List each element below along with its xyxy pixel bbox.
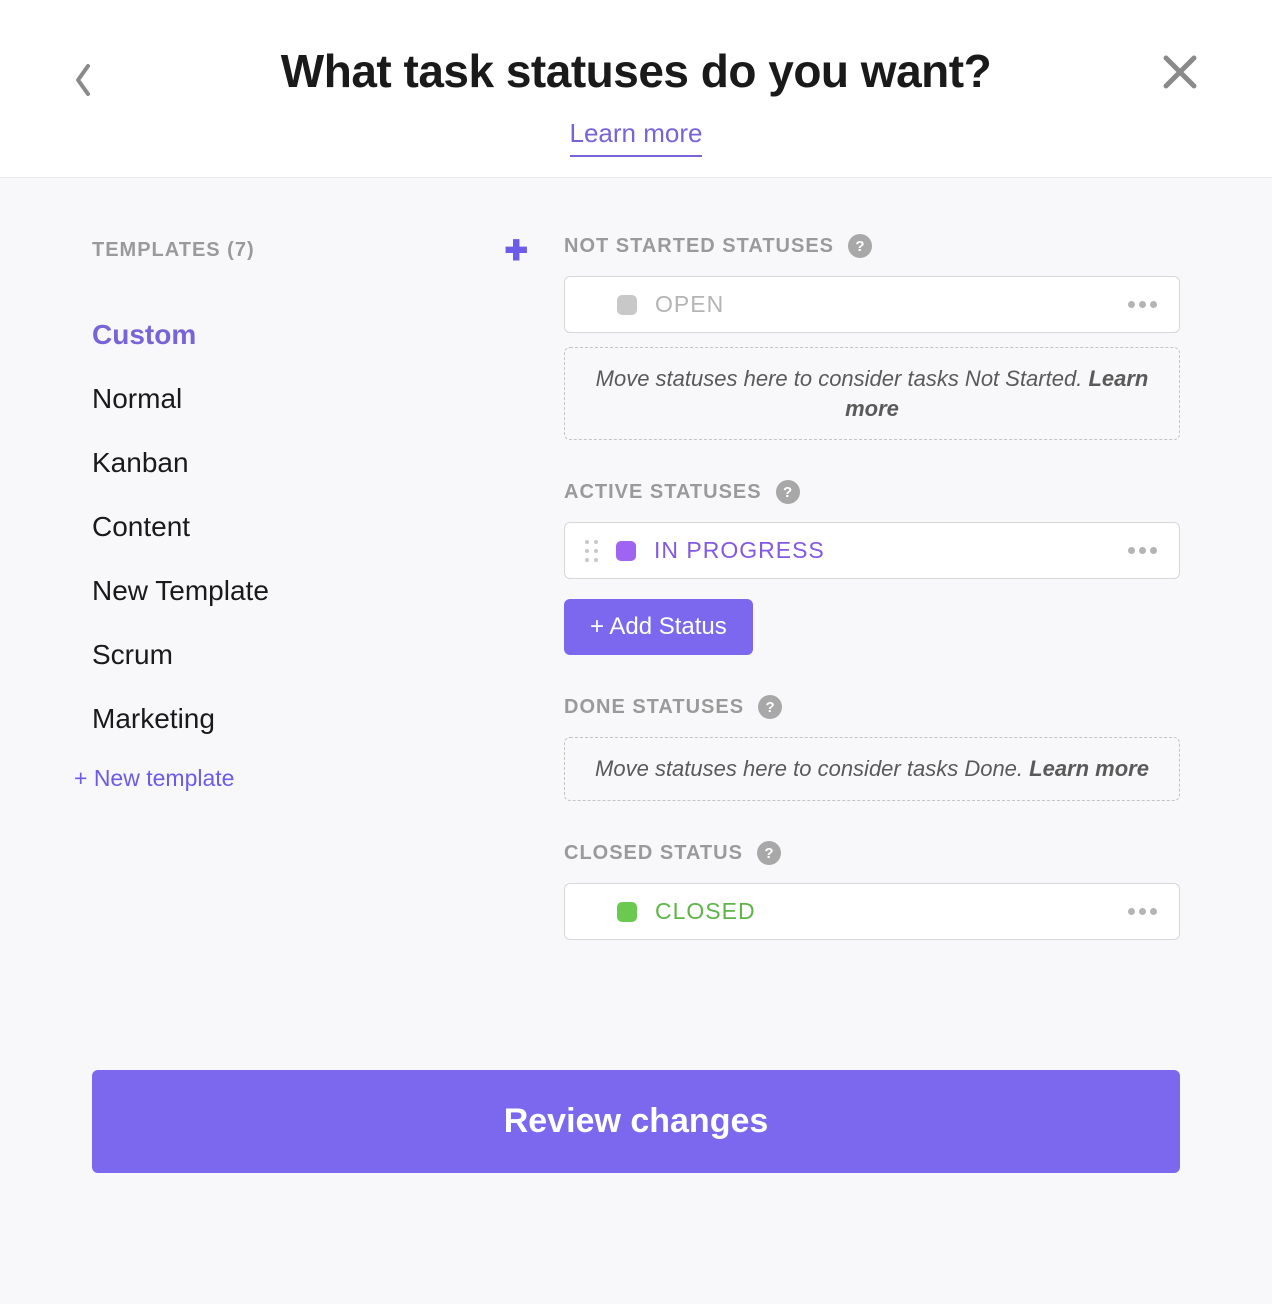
- template-item[interactable]: Marketing: [92, 687, 532, 751]
- templates-label: TEMPLATES (7): [92, 239, 255, 262]
- status-more-button[interactable]: [1126, 293, 1159, 316]
- drag-handle-icon[interactable]: [585, 540, 598, 562]
- status-more-button[interactable]: [1126, 900, 1159, 923]
- active-label: ACTIVE STATUSES: [564, 481, 762, 504]
- status-row-in-progress[interactable]: IN PROGRESS: [564, 522, 1180, 579]
- learn-more-link[interactable]: Learn more: [570, 118, 703, 157]
- done-label: DONE STATUSES: [564, 696, 744, 719]
- close-button[interactable]: [1160, 52, 1200, 92]
- modal-header: What task statuses do you want? Learn mo…: [0, 0, 1272, 178]
- help-icon[interactable]: ?: [776, 480, 800, 504]
- review-changes-button[interactable]: Review changes: [92, 1070, 1180, 1173]
- status-row-closed[interactable]: CLOSED: [564, 883, 1180, 940]
- done-section: DONE STATUSES ? Move statuses here to co…: [564, 695, 1180, 801]
- add-status-button[interactable]: + Add Status: [564, 599, 753, 655]
- help-icon[interactable]: ?: [848, 234, 872, 258]
- template-item[interactable]: Normal: [92, 367, 532, 431]
- status-color-swatch: [616, 541, 636, 561]
- new-template-link[interactable]: + New template: [74, 765, 532, 792]
- template-item[interactable]: Kanban: [92, 431, 532, 495]
- status-color-swatch: [617, 295, 637, 315]
- plus-icon: ✚: [505, 235, 528, 266]
- template-list: CustomNormalKanbanContentNew TemplateScr…: [92, 303, 532, 751]
- closed-label: CLOSED STATUS: [564, 842, 743, 865]
- status-row-open[interactable]: OPEN: [564, 276, 1180, 333]
- template-item[interactable]: Custom: [92, 303, 532, 367]
- not-started-section: NOT STARTED STATUSES ? OPEN Move statuse…: [564, 234, 1180, 440]
- status-name: CLOSED: [655, 898, 756, 925]
- closed-section: CLOSED STATUS ? CLOSED: [564, 841, 1180, 940]
- status-name: OPEN: [655, 291, 724, 318]
- not-started-dropzone[interactable]: Move statuses here to consider tasks Not…: [564, 347, 1180, 440]
- back-button[interactable]: [72, 60, 96, 100]
- chevron-left-icon: [72, 60, 96, 100]
- dropzone-learn-more[interactable]: Learn more: [1029, 756, 1149, 781]
- not-started-label: NOT STARTED STATUSES: [564, 235, 834, 258]
- templates-sidebar: TEMPLATES (7) ✚ CustomNormalKanbanConten…: [92, 234, 532, 980]
- template-item[interactable]: Scrum: [92, 623, 532, 687]
- template-item[interactable]: New Template: [92, 559, 532, 623]
- close-icon: [1160, 52, 1200, 92]
- template-item[interactable]: Content: [92, 495, 532, 559]
- status-more-button[interactable]: [1126, 539, 1159, 562]
- help-icon[interactable]: ?: [757, 841, 781, 865]
- active-section: ACTIVE STATUSES ? IN PROGRESS + Add Stat…: [564, 480, 1180, 655]
- add-template-button[interactable]: ✚: [505, 234, 532, 267]
- page-title: What task statuses do you want?: [281, 44, 991, 98]
- status-color-swatch: [617, 902, 637, 922]
- help-icon[interactable]: ?: [758, 695, 782, 719]
- done-dropzone[interactable]: Move statuses here to consider tasks Don…: [564, 737, 1180, 801]
- status-name: IN PROGRESS: [654, 537, 825, 564]
